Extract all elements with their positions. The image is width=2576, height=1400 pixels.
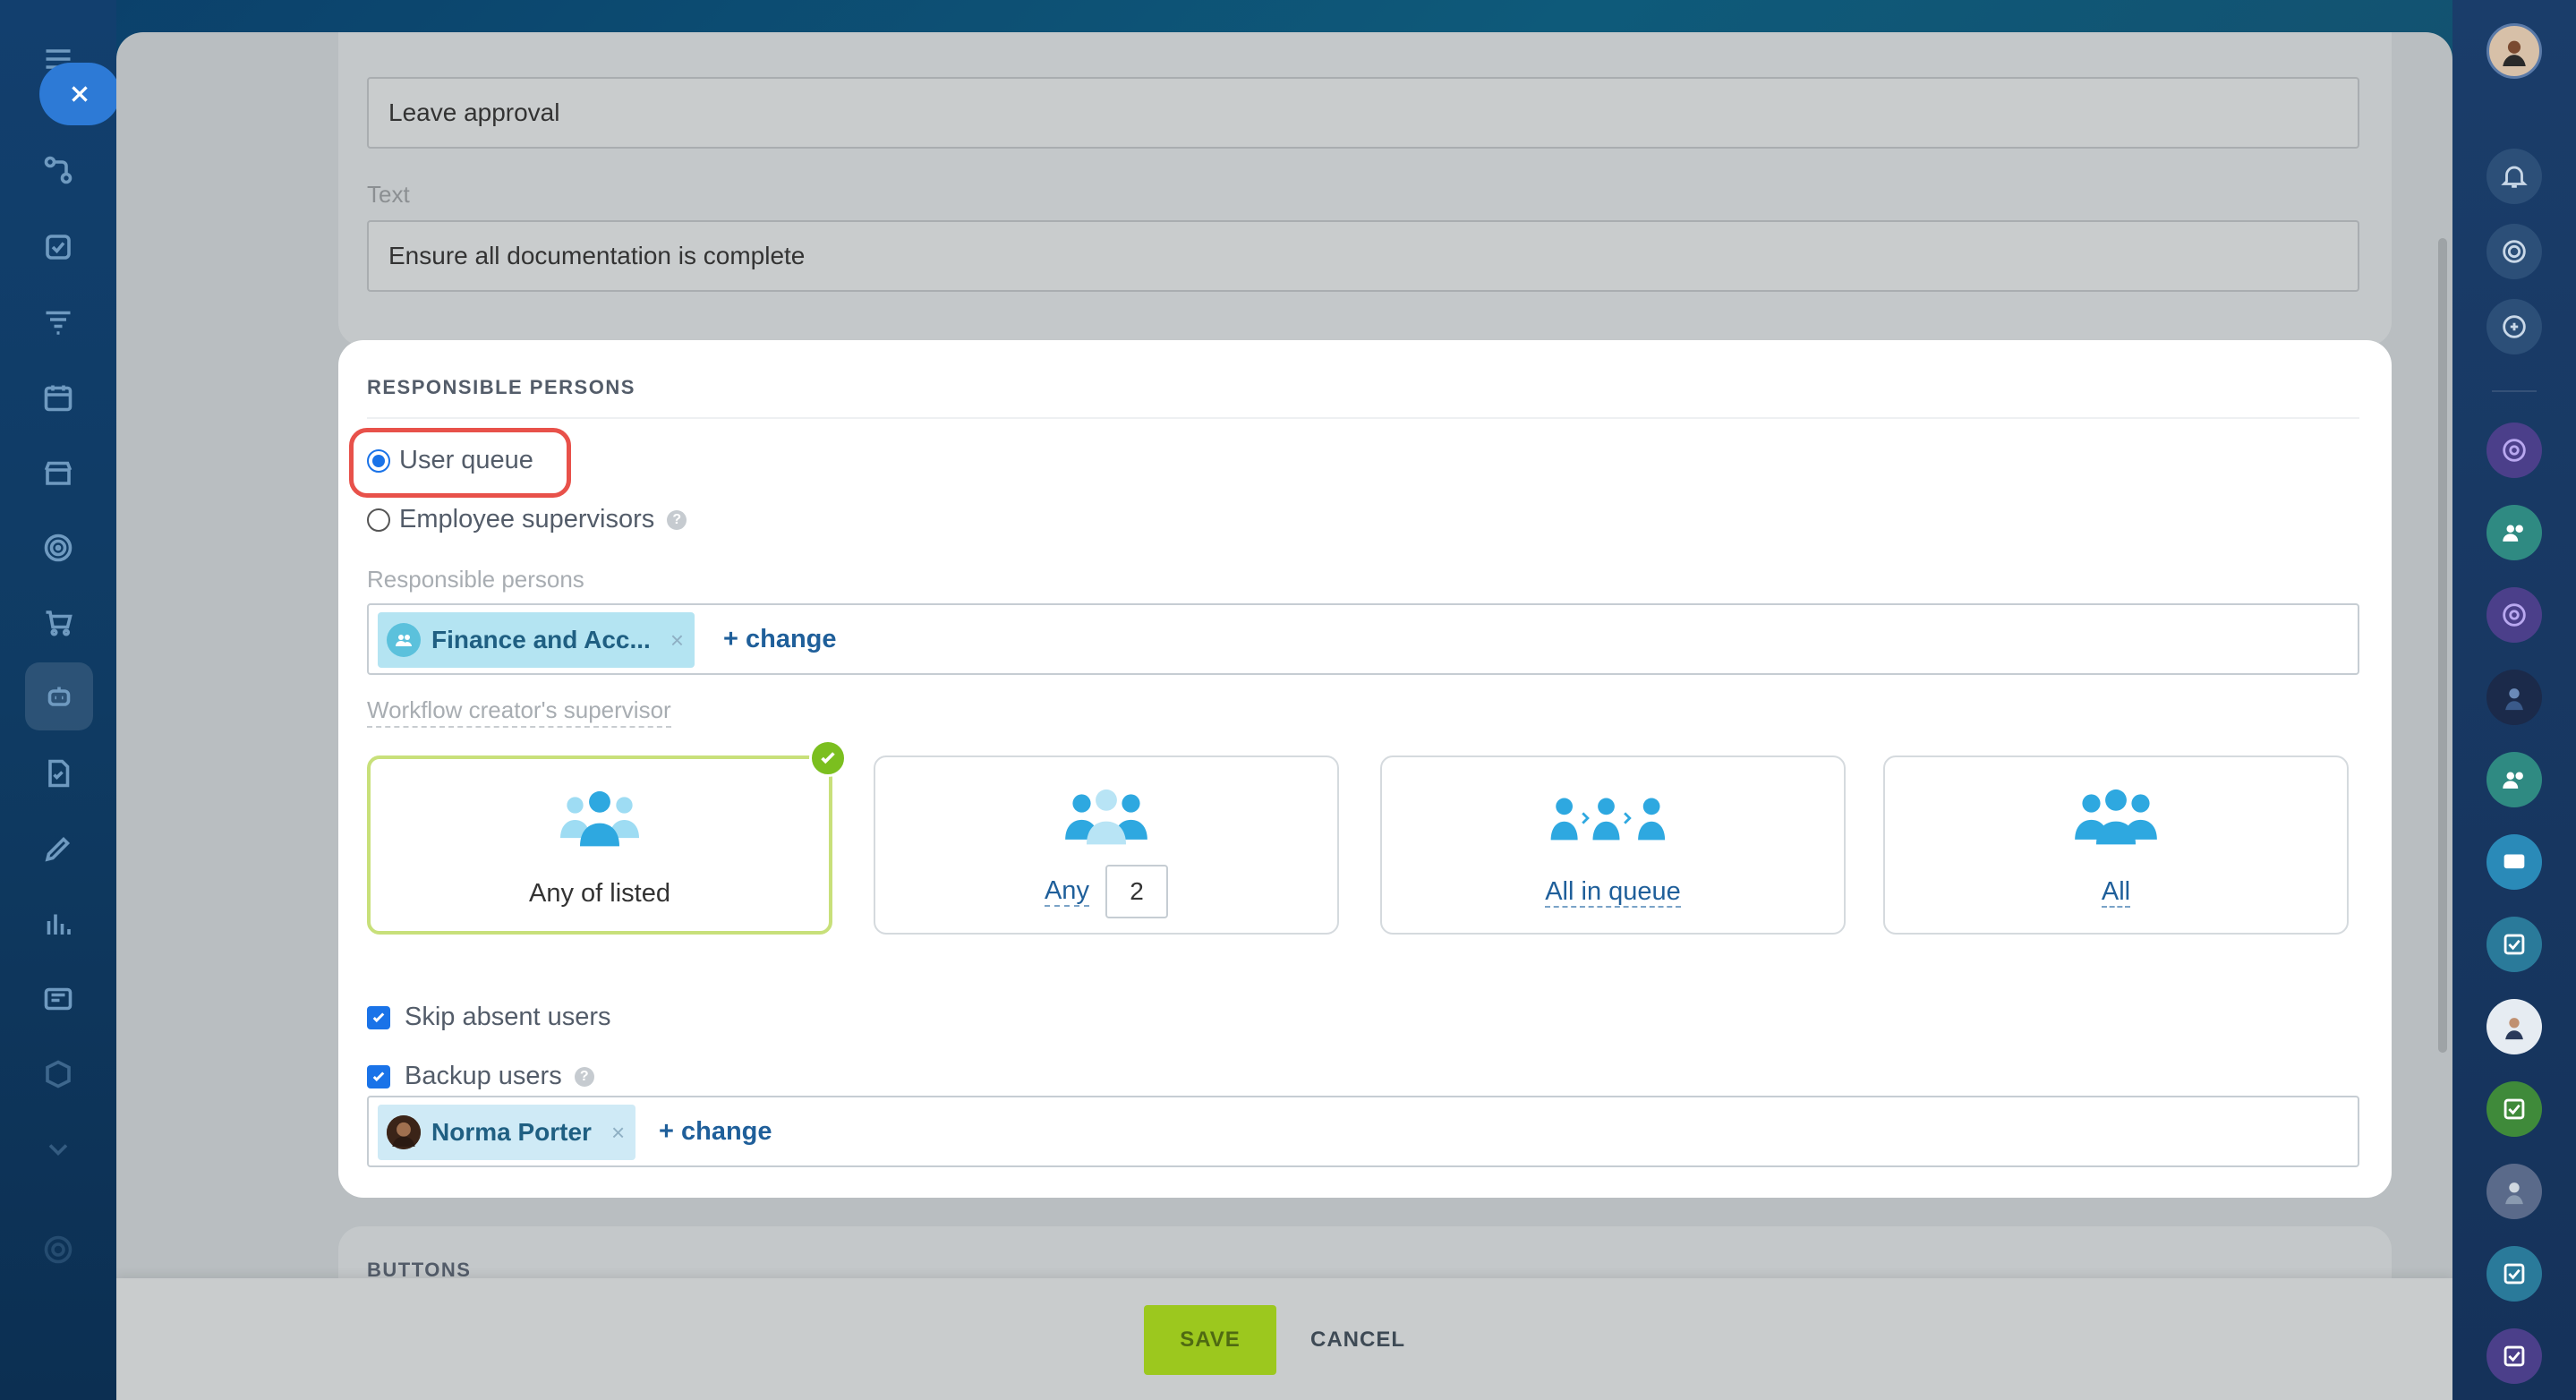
avatar[interactable]: [2486, 999, 2542, 1054]
chevron-down-icon[interactable]: [40, 1131, 76, 1167]
settings-slider: Leave approval Text Ensure all documenta…: [116, 32, 2452, 1400]
task-check-icon[interactable]: [2486, 1328, 2542, 1384]
cart-icon[interactable]: [40, 605, 76, 641]
all-in-queue-link[interactable]: All in queue: [1545, 877, 1681, 908]
help-icon[interactable]: ?: [667, 509, 687, 530]
radio-employee-supervisors[interactable]: Employee supervisors ?: [367, 505, 687, 534]
close-icon: [72, 86, 88, 102]
right-sidebar: [2452, 0, 2576, 1400]
user-chip[interactable]: Norma Porter ×: [378, 1105, 636, 1160]
title-value: Leave approval: [388, 98, 560, 126]
text-value: Ensure all documentation is complete: [388, 242, 806, 269]
tasks-icon[interactable]: [40, 229, 76, 265]
task-check-icon[interactable]: [2486, 1246, 2542, 1302]
copilot-chat-icon[interactable]: [2486, 587, 2542, 643]
responsible-persons-section: RESPONSIBLE PERSONS User queue Employee …: [338, 340, 2392, 1198]
any-count-input[interactable]: 2: [1105, 865, 1169, 918]
settings-icon[interactable]: [40, 1232, 76, 1268]
title-field[interactable]: Leave approval: [367, 77, 2359, 149]
checkbox[interactable]: [367, 1005, 390, 1029]
general-section: Leave approval Text Ensure all documenta…: [338, 32, 2392, 346]
divider: [2492, 390, 2537, 392]
copilot-chat-icon[interactable]: [2486, 423, 2542, 478]
task-check-icon[interactable]: [2486, 917, 2542, 972]
close-slider-button[interactable]: [39, 63, 120, 125]
calendar-icon[interactable]: [40, 380, 76, 415]
option-any[interactable]: Any 2: [874, 755, 1339, 935]
option-label: Any of listed: [529, 879, 670, 908]
cancel-button[interactable]: CANCEL: [1298, 1305, 1418, 1375]
save-button[interactable]: SAVE: [1144, 1305, 1276, 1375]
help-icon[interactable]: ?: [574, 1066, 594, 1087]
target-icon[interactable]: [40, 530, 76, 566]
queue-people-icon: [1382, 784, 1844, 856]
people-icon: [875, 784, 1337, 856]
option-all[interactable]: All: [1883, 755, 2349, 935]
backup-users-checkbox[interactable]: Backup users ?: [367, 1062, 594, 1091]
task-check-icon[interactable]: [2486, 1081, 2542, 1137]
sign-icon[interactable]: [40, 831, 76, 866]
responsible-persons-field[interactable]: Finance and Acc... × + change: [367, 603, 2359, 675]
skip-absent-checkbox[interactable]: Skip absent users: [367, 1003, 611, 1032]
avatar[interactable]: [2486, 670, 2542, 725]
radio-label: User queue: [399, 446, 533, 474]
group-chat-icon[interactable]: [2486, 505, 2542, 560]
option-label-row: All in queue: [1382, 877, 1844, 908]
backup-users-field[interactable]: Norma Porter × + change: [367, 1096, 2359, 1167]
group-icon: [387, 623, 421, 657]
analytics-icon[interactable]: [40, 906, 76, 942]
group-chat-icon[interactable]: [2486, 752, 2542, 807]
creator-supervisor-link[interactable]: Workflow creator's supervisor: [367, 696, 671, 728]
all-link[interactable]: All: [2101, 877, 2131, 908]
workflow-icon[interactable]: [40, 152, 76, 188]
search-chat-icon[interactable]: [2486, 299, 2542, 354]
any-link[interactable]: Any: [1044, 875, 1089, 907]
divider: [367, 417, 2359, 419]
radio-button[interactable]: [367, 508, 390, 532]
check-icon: [809, 739, 847, 777]
news-icon[interactable]: [40, 981, 76, 1017]
store-icon[interactable]: [40, 455, 76, 491]
bell-icon[interactable]: [2486, 149, 2542, 204]
change-backup-link[interactable]: + change: [659, 1097, 772, 1165]
filter-icon[interactable]: [40, 304, 76, 340]
box-icon[interactable]: [40, 1056, 76, 1092]
remove-chip-icon[interactable]: ×: [611, 1119, 625, 1147]
department-chip[interactable]: Finance and Acc... ×: [378, 612, 695, 668]
chip-label: Norma Porter: [431, 1118, 592, 1146]
option-any-of-listed[interactable]: Any of listed: [367, 739, 847, 935]
copilot-icon[interactable]: [2486, 224, 2542, 279]
footer-bar: SAVE CANCEL: [116, 1278, 2452, 1400]
radio-label: Employee supervisors: [399, 505, 655, 534]
radio-user-queue[interactable]: User queue: [367, 446, 533, 475]
responsible-persons-label: Responsible persons: [367, 566, 584, 593]
checkbox-label: Skip absent users: [405, 1003, 611, 1031]
option-label-row: All: [1885, 877, 2347, 908]
user-avatar[interactable]: [2486, 23, 2542, 79]
avatar[interactable]: [2486, 1164, 2542, 1219]
checkbox-label: Backup users: [405, 1062, 562, 1090]
people-icon: [371, 786, 829, 858]
section-title: RESPONSIBLE PERSONS: [367, 376, 635, 398]
text-field[interactable]: Ensure all documentation is complete: [367, 220, 2359, 292]
option-all-in-queue[interactable]: All in queue: [1380, 755, 1846, 935]
option-label-row: Any 2: [875, 865, 1337, 918]
documents-icon[interactable]: [40, 755, 76, 791]
change-responsible-link[interactable]: + change: [723, 605, 837, 673]
automation-icon[interactable]: [25, 662, 93, 730]
remove-chip-icon[interactable]: ×: [670, 627, 684, 654]
checkbox[interactable]: [367, 1064, 390, 1088]
chip-label: Finance and Acc...: [431, 626, 651, 653]
text-label: Text: [367, 181, 410, 208]
people-icon: [1885, 784, 2347, 856]
chat-bubble-icon[interactable]: [2486, 834, 2542, 890]
radio-button[interactable]: [367, 448, 390, 473]
avatar: [387, 1115, 421, 1149]
scrollbar[interactable]: [2438, 238, 2447, 1053]
left-sidebar: [0, 0, 116, 1400]
